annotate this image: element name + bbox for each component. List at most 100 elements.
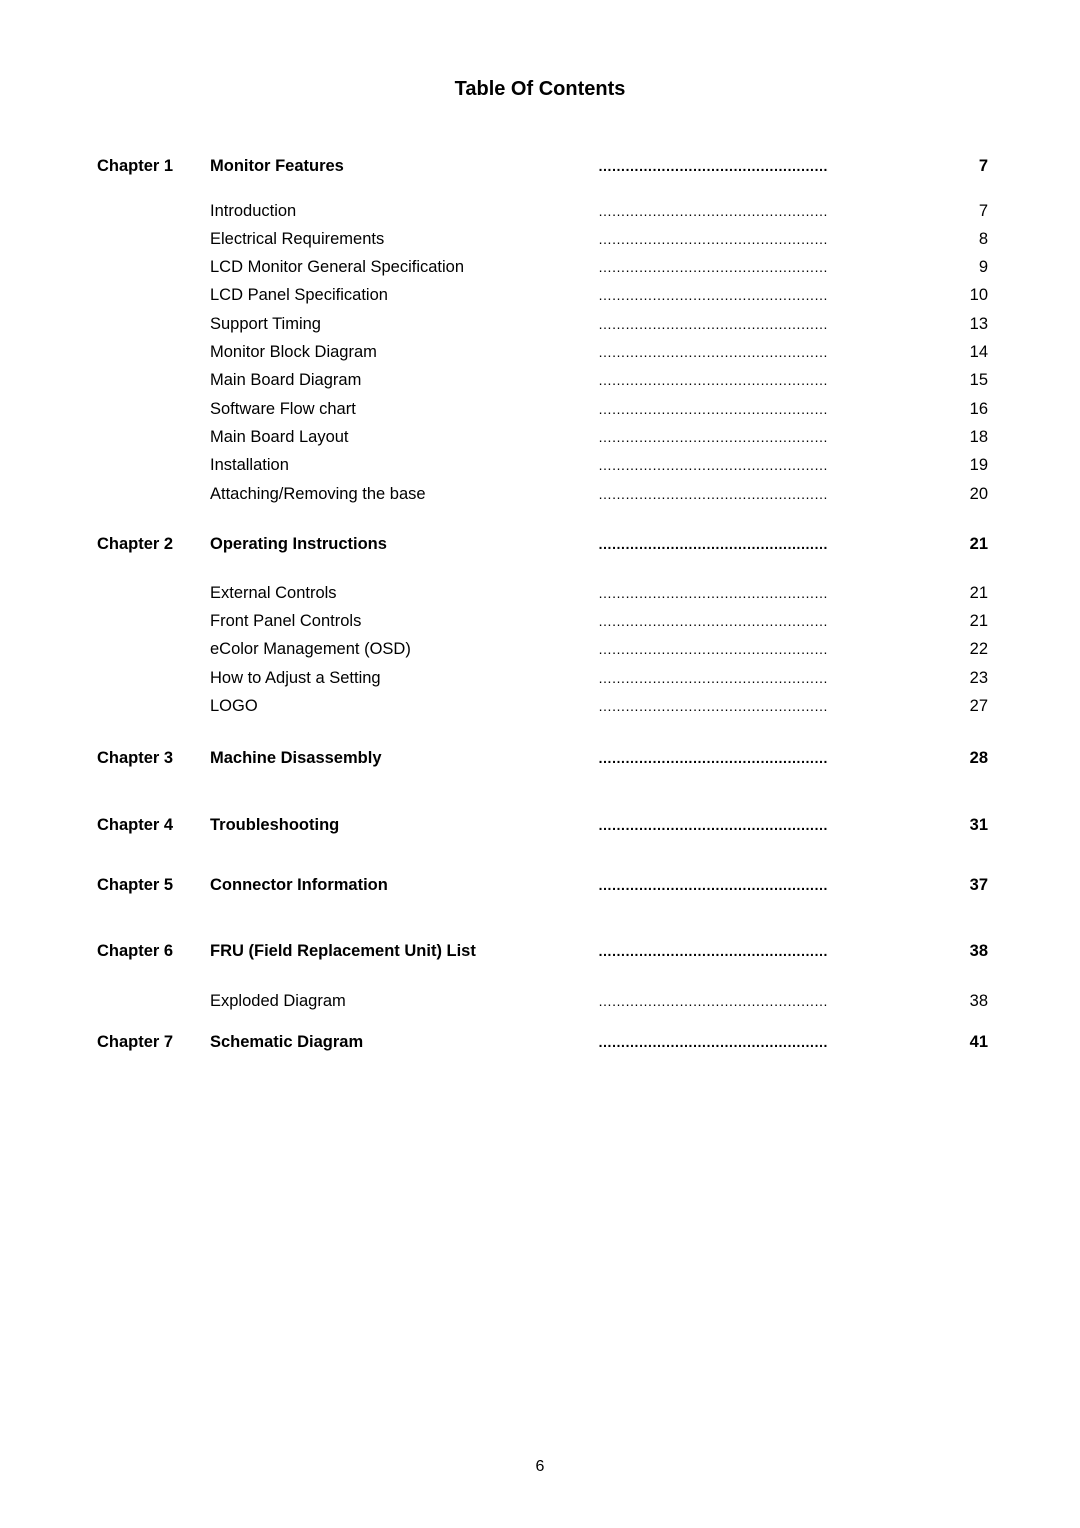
dot-leader: ……………………………………………	[598, 613, 828, 629]
section-title[interactable]: Monitor Block Diagram	[210, 341, 377, 363]
section-title[interactable]: LCD Monitor General Specification	[210, 256, 464, 278]
page-reference[interactable]: 21	[970, 533, 988, 555]
dot-leader: ……………………………………………	[598, 158, 828, 174]
dot-leader: ……………………………………………	[598, 750, 828, 766]
page-reference[interactable]: 7	[979, 200, 988, 222]
dot-leader: ……………………………………………	[598, 372, 828, 388]
dot-leader: ……………………………………………	[598, 231, 828, 247]
toc-chapter-row[interactable]: Chapter 3 Machine Disassembly …………………………………	[0, 747, 1080, 769]
page-reference[interactable]: 8	[979, 228, 988, 250]
chapter-number: Chapter 6	[97, 942, 174, 960]
section-title[interactable]: Main Board Layout	[210, 426, 349, 448]
chapter-number: Chapter 7	[97, 1033, 174, 1051]
toc-section-row[interactable]: Installation …………………………………………… 19	[0, 454, 1080, 476]
dot-leader: ……………………………………………	[598, 457, 828, 473]
chapter-title[interactable]: Monitor Features	[210, 155, 344, 177]
page-reference[interactable]: 31	[970, 814, 988, 836]
chapter-title[interactable]: Troubleshooting	[210, 814, 339, 836]
toc-chapter-row[interactable]: Chapter 5 Connector Information ……………………………	[0, 874, 1080, 896]
section-title[interactable]: Exploded Diagram	[210, 990, 346, 1012]
dot-leader: ……………………………………………	[598, 486, 828, 502]
section-title[interactable]: Front Panel Controls	[210, 610, 361, 632]
dot-leader: ……………………………………………	[598, 877, 828, 893]
page-reference[interactable]: 28	[970, 747, 988, 769]
section-title[interactable]: Support Timing	[210, 313, 321, 335]
dot-leader: ……………………………………………	[598, 401, 828, 417]
page-reference[interactable]: 13	[970, 313, 988, 335]
dot-leader: ……………………………………………	[598, 259, 828, 275]
section-title[interactable]: Attaching/Removing the base	[210, 483, 426, 505]
chapter-title[interactable]: Schematic Diagram	[210, 1031, 363, 1053]
page-reference[interactable]: 14	[970, 341, 988, 363]
toc-section-row[interactable]: Introduction …………………………………………… 7	[0, 200, 1080, 222]
page-reference[interactable]: 37	[970, 874, 988, 896]
page-number: 6	[535, 1458, 545, 1475]
section-title[interactable]: Main Board Diagram	[210, 369, 361, 391]
toc-chapter-row[interactable]: Chapter 7 Schematic Diagram ………………………………………	[0, 1031, 1080, 1053]
chapter-number: Chapter 2	[97, 535, 174, 553]
page-reference[interactable]: 23	[970, 667, 988, 689]
section-title[interactable]: Software Flow chart	[210, 398, 356, 420]
toc-section-row[interactable]: Electrical Requirements ………………………………………………	[0, 228, 1080, 250]
page-reference[interactable]: 41	[970, 1031, 988, 1053]
chapter-title[interactable]: Connector Information	[210, 874, 388, 896]
toc-chapter-row[interactable]: Chapter 4 Troubleshooting ……………………………………………	[0, 814, 1080, 836]
page-reference[interactable]: 27	[970, 695, 988, 717]
chapter-number: Chapter 4	[97, 816, 174, 834]
dot-leader: ……………………………………………	[598, 585, 828, 601]
section-title[interactable]: Electrical Requirements	[210, 228, 384, 250]
toc-section-row[interactable]: Attaching/Removing the base ……………………………………	[0, 483, 1080, 505]
page-reference[interactable]: 20	[970, 483, 988, 505]
page-reference[interactable]: 16	[970, 398, 988, 420]
dot-leader: ……………………………………………	[598, 698, 828, 714]
page-reference[interactable]: 18	[970, 426, 988, 448]
dot-leader: ……………………………………………	[598, 429, 828, 445]
page-reference[interactable]: 21	[970, 610, 988, 632]
toc-section-row[interactable]: Support Timing …………………………………………… 13	[0, 313, 1080, 335]
toc-section-row[interactable]: LOGO …………………………………………… 27	[0, 695, 1080, 717]
dot-leader: ……………………………………………	[598, 943, 828, 959]
section-title[interactable]: Introduction	[210, 200, 296, 222]
toc-section-row[interactable]: LCD Monitor General Specification ……………………	[0, 256, 1080, 278]
toc-chapter-row[interactable]: Chapter 1 Monitor Features …………………………………………	[0, 155, 1080, 177]
toc-section-row[interactable]: Main Board Layout …………………………………………… 18	[0, 426, 1080, 448]
toc-section-row[interactable]: Main Board Diagram …………………………………………… 15	[0, 369, 1080, 391]
section-title[interactable]: External Controls	[210, 582, 337, 604]
toc-section-row[interactable]: Monitor Block Diagram …………………………………………… 14	[0, 341, 1080, 363]
chapter-number: Chapter 1	[97, 157, 174, 175]
section-title[interactable]: Installation	[210, 454, 289, 476]
dot-leader: ……………………………………………	[598, 536, 828, 552]
dot-leader: ……………………………………………	[598, 993, 828, 1009]
toc-section-row[interactable]: How to Adjust a Setting ………………………………………………	[0, 667, 1080, 689]
page-reference[interactable]: 38	[970, 990, 988, 1012]
page-reference[interactable]: 10	[970, 284, 988, 306]
toc-section-row[interactable]: External Controls …………………………………………… 21	[0, 582, 1080, 604]
chapter-title[interactable]: Machine Disassembly	[210, 747, 382, 769]
section-title[interactable]: How to Adjust a Setting	[210, 667, 381, 689]
section-title[interactable]: LCD Panel Specification	[210, 284, 388, 306]
dot-leader: ……………………………………………	[598, 203, 828, 219]
chapter-title[interactable]: Operating Instructions	[210, 533, 387, 555]
chapter-number: Chapter 5	[97, 876, 174, 894]
dot-leader: ……………………………………………	[598, 344, 828, 360]
page-reference[interactable]: 19	[970, 454, 988, 476]
section-title[interactable]: eColor Management (OSD)	[210, 638, 411, 660]
dot-leader: ……………………………………………	[598, 641, 828, 657]
dot-leader: ……………………………………………	[598, 670, 828, 686]
page-reference[interactable]: 7	[979, 155, 988, 177]
toc-section-row[interactable]: Software Flow chart …………………………………………… 16	[0, 398, 1080, 420]
page-reference[interactable]: 22	[970, 638, 988, 660]
toc-chapter-row[interactable]: Chapter 6 FRU (Field Replacement Unit) Li…	[0, 940, 1080, 962]
section-title[interactable]: LOGO	[210, 695, 258, 717]
toc-chapter-row[interactable]: Chapter 2 Operating Instructions …………………………	[0, 533, 1080, 555]
page-reference[interactable]: 38	[970, 940, 988, 962]
page-reference[interactable]: 9	[979, 256, 988, 278]
toc-section-row[interactable]: eColor Management (OSD) ………………………………………………	[0, 638, 1080, 660]
toc-section-row[interactable]: LCD Panel Specification ………………………………………………	[0, 284, 1080, 306]
toc-section-row[interactable]: Front Panel Controls …………………………………………… 21	[0, 610, 1080, 632]
toc-section-row[interactable]: Exploded Diagram …………………………………………… 38	[0, 990, 1080, 1012]
page-reference[interactable]: 21	[970, 582, 988, 604]
page-title: Table Of Contents	[454, 78, 626, 100]
page-reference[interactable]: 15	[970, 369, 988, 391]
chapter-title[interactable]: FRU (Field Replacement Unit) List	[210, 940, 476, 962]
